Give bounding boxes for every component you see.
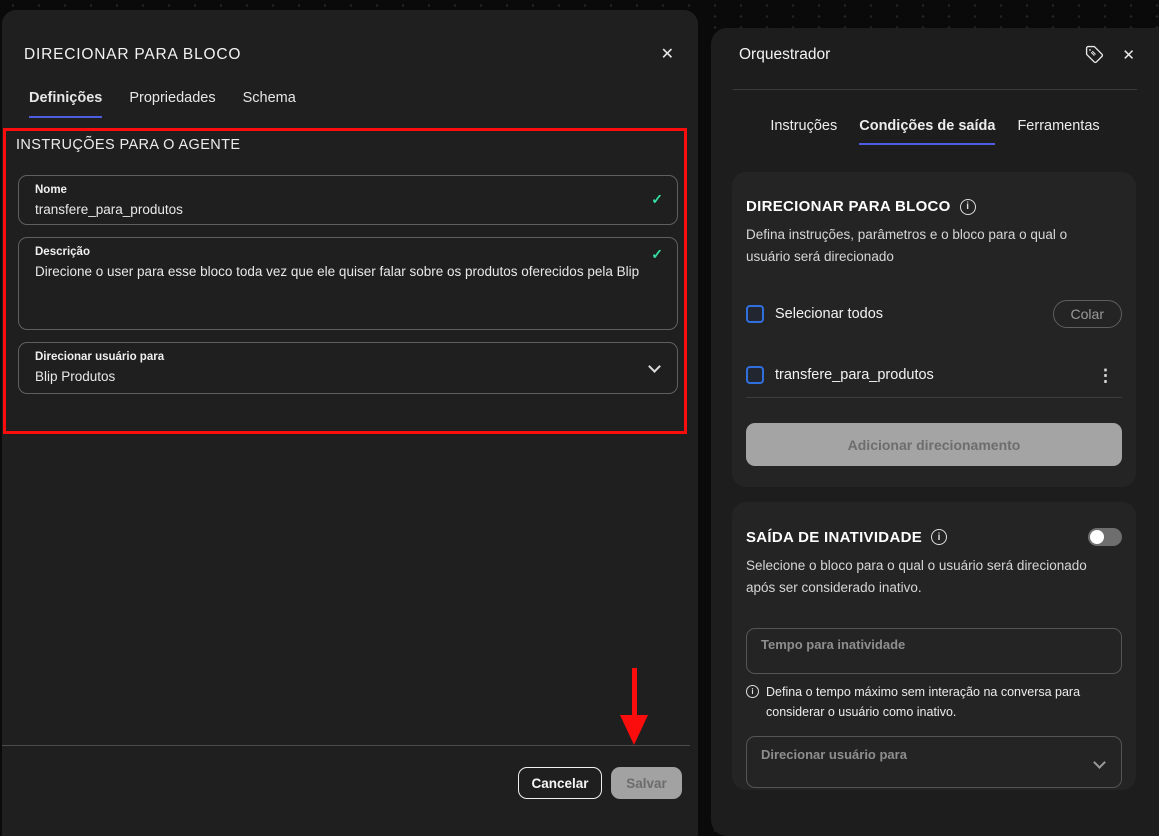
tag-icon[interactable] (1085, 45, 1104, 64)
select-all-checkbox[interactable] (746, 305, 764, 323)
card-title: DIRECIONAR PARA BLOCO (746, 198, 951, 215)
inactivity-redirect-select[interactable]: Direcionar usuário para (746, 736, 1122, 788)
modal-title: DIRECIONAR PARA BLOCO (24, 46, 241, 64)
panel-header-icons: ✕ (1085, 45, 1135, 64)
card-description: Selecione o bloco para o qual o usuário … (746, 555, 1098, 598)
name-field[interactable]: Nome transfere_para_produtos ✓ (18, 175, 678, 225)
tab-ferramentas[interactable]: Ferramentas (1017, 118, 1099, 145)
close-icon[interactable]: ✕ (1122, 46, 1135, 64)
panel-title: Orquestrador (739, 46, 830, 64)
save-button[interactable]: Salvar (611, 767, 682, 799)
select-all-row: Selecionar todos Colar (746, 300, 1122, 328)
select-all-label: Selecionar todos (775, 306, 883, 322)
redirect-select-label: Direcionar usuário para (35, 351, 661, 363)
redirect-select-value: Blip Produtos (35, 367, 661, 388)
name-field-value: transfere_para_produtos (35, 200, 661, 221)
card-title-row: SAÍDA DE INATIVIDADE i (746, 502, 1122, 546)
item-checkbox[interactable] (746, 366, 764, 384)
dropdown-placeholder: Direcionar usuário para (761, 747, 1107, 762)
panel-header: Orquestrador ✕ (739, 45, 1135, 64)
toggle-knob (1090, 530, 1104, 544)
modal-header: DIRECIONAR PARA BLOCO ✕ (24, 46, 674, 64)
routing-list-item: transfere_para_produtos ⋮ (746, 366, 1122, 384)
panel-divider (733, 89, 1137, 90)
inactivity-exit-card: SAÍDA DE INATIVIDADE i Selecione o bloco… (732, 502, 1136, 790)
tab-definicoes[interactable]: Definições (29, 90, 102, 118)
add-redirect-button[interactable]: Adicionar direcionamento (746, 423, 1122, 466)
info-icon: i (746, 685, 759, 698)
list-divider (746, 397, 1122, 398)
card-description: Defina instruções, parâmetros e o bloco … (746, 224, 1098, 267)
description-field[interactable]: Descrição Direcione o user para esse blo… (18, 237, 678, 330)
description-field-label: Descrição (35, 246, 661, 258)
agent-instructions-section-title: INSTRUÇÕES PARA O AGENTE (16, 137, 240, 153)
kebab-menu-icon[interactable]: ⋮ (1097, 367, 1122, 384)
footer-divider (2, 745, 690, 746)
item-label: transfere_para_produtos (775, 367, 934, 383)
card-title: SAÍDA DE INATIVIDADE (746, 529, 922, 546)
inactivity-toggle[interactable] (1088, 528, 1122, 546)
tab-schema[interactable]: Schema (243, 90, 296, 118)
inactivity-time-input[interactable] (746, 628, 1122, 674)
tab-instrucoes[interactable]: Instruções (770, 118, 837, 145)
tab-propriedades[interactable]: Propriedades (129, 90, 215, 118)
annotation-arrow-line (632, 668, 637, 715)
valid-check-icon: ✓ (651, 191, 663, 208)
description-field-value: Direcione o user para esse bloco toda ve… (35, 262, 661, 283)
annotation-arrow-head (620, 715, 648, 745)
card-title-row: DIRECIONAR PARA BLOCO i (746, 172, 1122, 215)
info-icon[interactable]: i (960, 199, 976, 215)
paste-button[interactable]: Colar (1053, 300, 1122, 328)
close-icon[interactable]: ✕ (661, 47, 674, 63)
redirect-user-select[interactable]: Direcionar usuário para Blip Produtos (18, 342, 678, 394)
redirect-to-block-card: DIRECIONAR PARA BLOCO i Defina instruçõe… (732, 172, 1136, 487)
panel-tabs: Instruções Condições de saída Ferramenta… (711, 118, 1159, 145)
info-icon[interactable]: i (931, 529, 947, 545)
annotation-arrow (620, 668, 648, 745)
block-redirect-modal: DIRECIONAR PARA BLOCO ✕ Definições Propr… (2, 10, 698, 836)
cancel-button[interactable]: Cancelar (518, 767, 602, 799)
inactivity-helper: i Defina o tempo máximo sem interação na… (746, 683, 1106, 722)
valid-check-icon: ✓ (651, 246, 663, 263)
helper-text: Defina o tempo máximo sem interação na c… (766, 683, 1106, 722)
name-field-label: Nome (35, 184, 661, 196)
orchestrator-panel: Orquestrador ✕ Instruções Condições de s… (711, 28, 1159, 836)
modal-tabs: Definições Propriedades Schema (29, 90, 296, 118)
tab-condicoes-de-saida[interactable]: Condições de saída (859, 118, 995, 145)
